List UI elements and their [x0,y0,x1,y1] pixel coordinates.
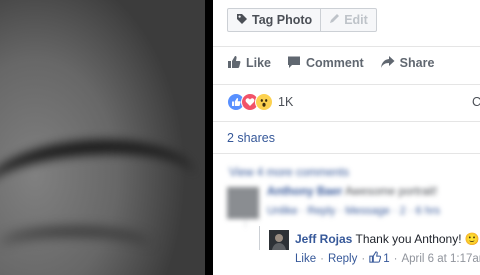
blurred-comments: View 4 more comments Anthony Baer Awesom… [213,157,480,227]
smile-emoji-icon: 🙂 [464,232,480,246]
post-actions-bar: Like Comment Share [227,52,450,74]
speech-bubble-icon [287,55,301,72]
reactions-summary[interactable]: 1K [227,92,293,112]
thumbs-up-icon [227,55,241,72]
comments-count-link[interactable]: C [472,95,480,109]
share-button[interactable]: Share [380,55,435,72]
reply-avatar[interactable] [269,230,289,250]
tag-photo-label: Tag Photo [252,13,313,27]
like-label: Like [246,56,272,70]
shares-link[interactable]: 2 shares [227,131,275,145]
reply-timestamp[interactable]: April 6 at 1:17am [401,253,480,265]
share-label: Share [399,56,435,70]
thread-connector [245,219,246,227]
reply-reply-link[interactable]: Reply [328,253,357,265]
comment-button[interactable]: Comment [287,55,364,72]
portrait-photo[interactable] [0,0,205,275]
comment-text: Awesome portrait! [344,186,438,198]
photo-side-panel: Tag Photo Edit Like Comment Share 1K C 2… [213,0,480,275]
separator-dot: · [320,252,324,265]
divider-shares [213,153,480,154]
view-more-comments-link[interactable]: View 4 more comments [229,167,349,179]
reply-like-count-thumbs-icon[interactable] [369,251,382,266]
divider-actions [213,84,480,85]
reply-like-count[interactable]: 1 [383,253,389,265]
divider-reactions [213,121,480,122]
photo-toolbar: Tag Photo Edit [227,8,377,32]
reply-comment-text: Thank you Anthony! [355,232,462,246]
divider-top [213,46,480,47]
comment-meta[interactable]: Unlike · Reply · Message · 2 · 6 hrs [267,205,440,217]
reply-comment: Jeff Rojas Thank you Anthony! 🙂 [295,232,480,246]
reply-like-link[interactable]: Like [295,253,316,265]
like-button[interactable]: Like [227,55,271,72]
edit-label: Edit [344,13,368,27]
photo-eye-shadow [0,228,150,263]
separator-dot: · [393,252,398,265]
reaction-count: 1K [278,95,294,109]
pencil-icon [329,13,340,27]
reply-thread-line [259,226,260,250]
photo-viewer-divider [205,0,213,275]
tag-photo-button[interactable]: Tag Photo [228,9,320,31]
comment-body: Anthony Baer Awesome portrait! [267,186,437,198]
edit-button[interactable]: Edit [320,9,376,31]
commenter-name[interactable]: Anthony Baer [267,186,342,198]
comment-label: Comment [306,56,364,70]
reply-author-name[interactable]: Jeff Rojas [295,232,352,246]
wow-reaction-icon [255,93,273,111]
share-arrow-icon [380,55,395,72]
photo-eyebrow-shadow [0,132,198,235]
tag-icon [236,13,248,28]
reply-meta: Like · Reply · 1 · April 6 at 1:17am [295,251,480,266]
separator-dot: · [361,252,366,265]
avatar[interactable] [227,187,259,219]
